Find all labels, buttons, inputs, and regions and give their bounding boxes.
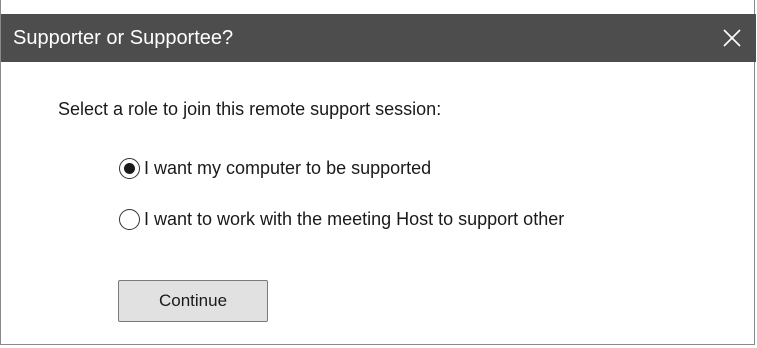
- option-support-other[interactable]: I want to work with the meeting Host to …: [119, 207, 564, 231]
- continue-button[interactable]: Continue: [118, 280, 268, 322]
- role-dialog: Supporter or Supportee? Select a role to…: [0, 0, 756, 345]
- radio-supported[interactable]: [119, 157, 140, 179]
- option-supported-label: I want my computer to be supported: [144, 158, 432, 178]
- dialog-titlebar: Supporter or Supportee?: [1, 14, 756, 62]
- radio-support-other[interactable]: [119, 208, 140, 230]
- option-support-other-label: I want to work with the meeting Host to …: [144, 209, 565, 229]
- close-icon: [723, 29, 741, 47]
- option-supported[interactable]: I want my computer to be supported: [119, 156, 431, 180]
- role-prompt: Select a role to join this remote suppor…: [58, 99, 442, 119]
- dialog-title: Supporter or Supportee?: [13, 27, 234, 49]
- close-button[interactable]: [708, 14, 756, 62]
- radio-selected-dot: [124, 162, 135, 174]
